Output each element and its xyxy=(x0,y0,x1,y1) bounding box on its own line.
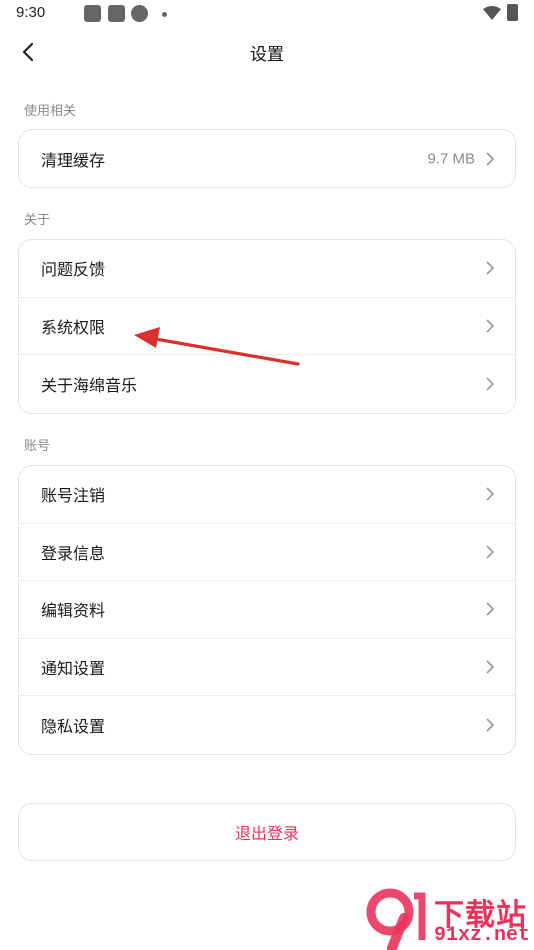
chevron-right-icon xyxy=(486,718,495,732)
logout-label: 退出登录 xyxy=(234,824,299,843)
watermark: 下载站 91xz.net xyxy=(362,888,534,950)
settings-row-system-permissions[interactable]: 系统权限 xyxy=(19,298,515,355)
row-label: 通知设置 xyxy=(41,658,106,678)
settings-row-notifications[interactable]: 通知设置 xyxy=(19,639,515,696)
notification-icon xyxy=(84,5,101,22)
settings-row-delete-account[interactable]: 账号注销 xyxy=(19,466,515,524)
settings-row-edit-profile[interactable]: 编辑资料 xyxy=(19,581,515,639)
wifi-icon xyxy=(483,6,501,20)
app-icon xyxy=(131,5,148,22)
card-about: 问题反馈 系统权限 关于海绵音乐 xyxy=(18,239,516,414)
row-label: 编辑资料 xyxy=(41,601,106,621)
chevron-right-icon xyxy=(486,261,495,275)
settings-row-about-app[interactable]: 关于海绵音乐 xyxy=(19,355,515,413)
notification-icon xyxy=(108,5,125,22)
settings-row-login-info[interactable]: 登录信息 xyxy=(19,524,515,581)
battery-icon xyxy=(507,4,518,21)
chevron-right-icon xyxy=(486,660,495,674)
row-label: 隐私设置 xyxy=(41,716,106,736)
cache-size-value: 9.7 MB xyxy=(427,150,475,168)
card-account: 账号注销 登录信息 编辑资料 通知设置 隐私设置 xyxy=(18,465,516,755)
row-label: 系统权限 xyxy=(41,317,106,337)
chevron-right-icon xyxy=(486,152,495,166)
logout-button[interactable]: 退出登录 xyxy=(18,803,516,861)
watermark-url: 91xz.net xyxy=(434,924,531,947)
chevron-right-icon xyxy=(486,487,495,501)
status-time: 9:30 xyxy=(16,4,46,21)
card-usage: 清理缓存 9.7 MB xyxy=(18,129,516,188)
chevron-right-icon xyxy=(486,319,495,333)
row-label: 账号注销 xyxy=(41,486,106,506)
settings-row-feedback[interactable]: 问题反馈 xyxy=(19,240,515,298)
row-label: 关于海绵音乐 xyxy=(41,375,138,395)
row-label: 问题反馈 xyxy=(41,260,106,280)
settings-row-privacy[interactable]: 隐私设置 xyxy=(19,696,515,754)
row-label: 清理缓存 xyxy=(41,150,106,170)
chevron-right-icon xyxy=(486,377,495,391)
settings-row-clear-cache[interactable]: 清理缓存 9.7 MB xyxy=(19,130,515,187)
header: 设置 xyxy=(0,28,534,76)
section-label-account: 账号 xyxy=(24,439,51,454)
section-label-about: 关于 xyxy=(24,213,51,228)
section-label-usage: 使用相关 xyxy=(24,104,77,119)
row-label: 登录信息 xyxy=(41,543,106,563)
chevron-right-icon xyxy=(486,602,495,616)
status-bar: 9:30 xyxy=(0,0,534,28)
chevron-right-icon xyxy=(486,545,495,559)
more-notifications-icon xyxy=(162,12,167,17)
page-title: 设置 xyxy=(250,45,284,65)
watermark-logo-icon xyxy=(366,888,426,950)
